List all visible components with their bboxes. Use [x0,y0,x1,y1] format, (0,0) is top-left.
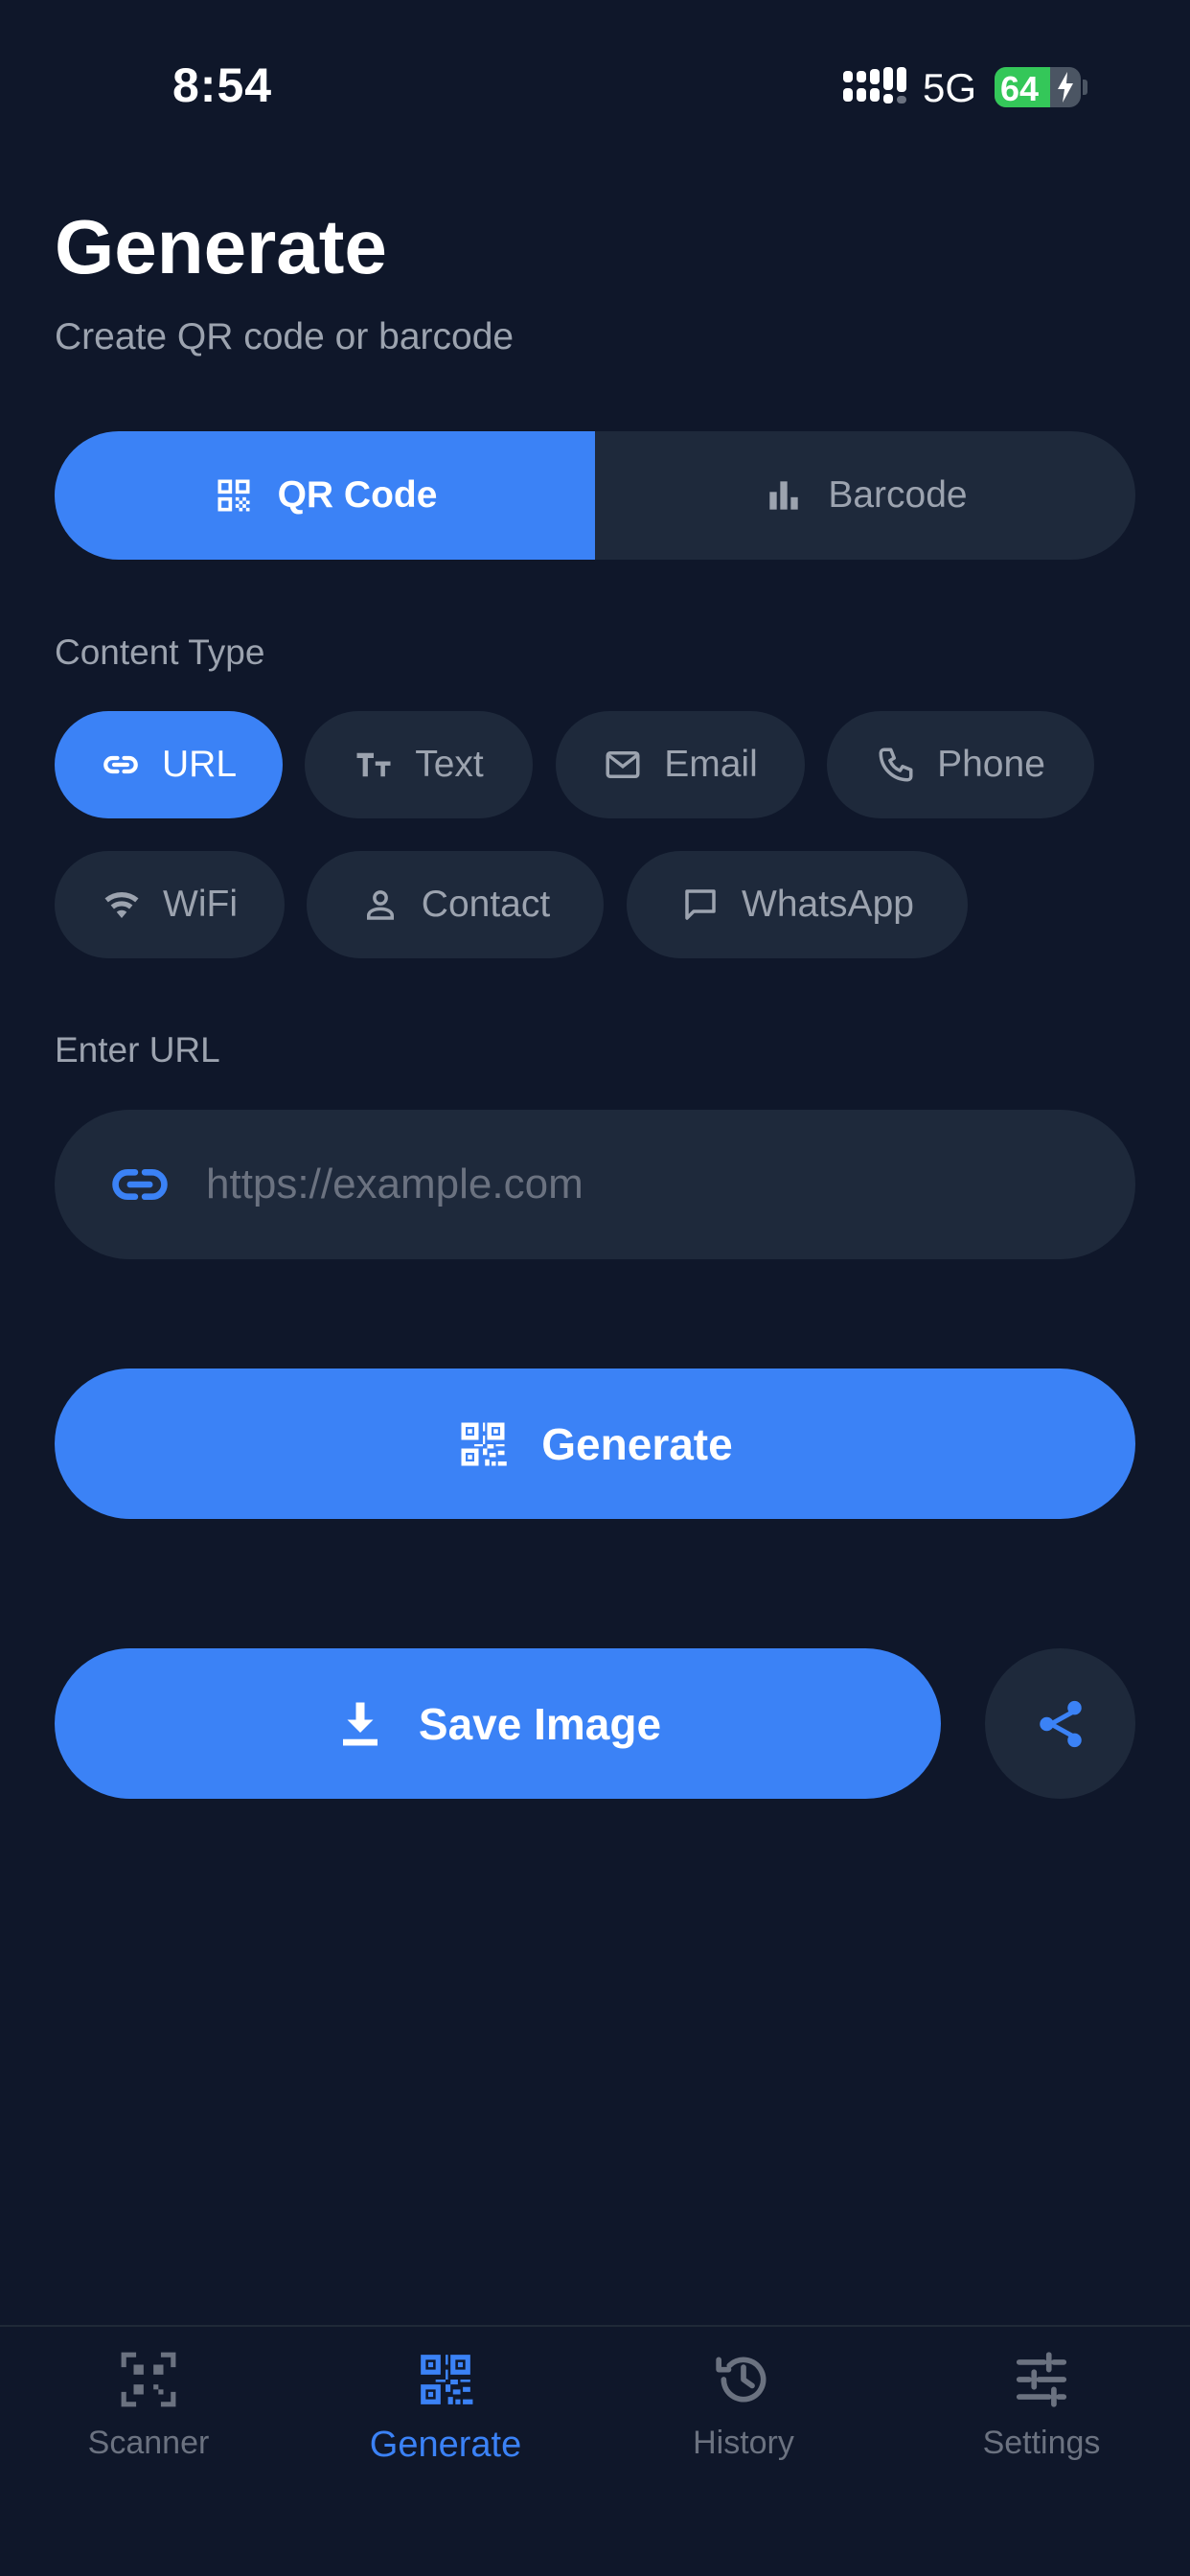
tab-scanner[interactable]: Scanner [34,2350,263,2494]
mail-icon [606,751,640,778]
signal-icon [843,67,906,104]
enter-url-label: Enter URL [55,1030,220,1070]
save-image-button-label: Save Image [418,1698,662,1749]
generate-button-label: Generate [541,1418,733,1469]
tab-generate-label: Generate [369,2425,522,2465]
share-icon [1039,1700,1082,1747]
tab-history[interactable]: History [629,2350,858,2494]
network-type: 5G [923,65,977,110]
barcode-tab[interactable]: Barcode [595,431,1135,560]
battery-level: 64 [1000,69,1040,107]
tab-settings-label: Settings [982,2425,1101,2461]
chip-contact-label: Contact [421,884,551,925]
phone-icon [879,748,913,782]
charging-bolt-icon [1058,72,1073,103]
qr-code-tab-label: QR Code [277,474,438,516]
download-icon [342,1702,378,1745]
chip-url-label: URL [161,744,238,785]
sliders-icon [1016,2352,1067,2407]
person-icon [366,890,394,920]
bottom-tab-bar: Scanner Generate History Settings [0,2325,1190,2576]
generate-button[interactable]: Generate [55,1368,1135,1519]
qr-code-icon [461,1422,508,1465]
chip-email[interactable]: Email [556,711,805,818]
chip-phone[interactable]: Phone [827,711,1094,818]
chip-wifi-label: WiFi [163,884,238,925]
url-input-container [55,1110,1135,1259]
qr-code-icon [421,2355,473,2404]
wifi-icon [104,892,139,918]
chip-whatsapp-label: WhatsApp [742,884,914,925]
chip-whatsapp[interactable]: WhatsApp [627,851,968,958]
link-icon [112,1168,168,1201]
tab-generate[interactable]: Generate [331,2350,561,2494]
battery-icon: 64 [995,67,1081,107]
status-time: 8:54 [172,58,273,112]
barcode-tab-label: Barcode [828,474,968,516]
tab-settings[interactable]: Settings [927,2350,1156,2494]
chip-text[interactable]: Text [305,711,533,818]
chip-url[interactable]: URL [55,711,283,818]
chip-contact[interactable]: Contact [307,851,604,958]
history-icon [716,2357,767,2403]
chip-wifi[interactable]: WiFi [55,851,285,958]
page-title: Generate [55,204,387,289]
chip-text-label: Text [415,744,484,785]
chip-phone-label: Phone [937,744,1045,785]
tab-scanner-label: Scanner [87,2425,210,2461]
save-image-button[interactable]: Save Image [55,1648,941,1799]
share-button[interactable] [985,1648,1135,1799]
qr-code-tab[interactable]: QR Code [55,431,595,560]
chip-email-label: Email [664,744,758,785]
content-type-label: Content Type [55,632,265,672]
url-input[interactable] [206,1146,1087,1223]
page-subtitle: Create QR code or barcode [55,316,515,357]
text-icon [356,752,391,777]
qr-scan-icon [121,2352,176,2407]
code-type-segmented-control: QR Code Barcode [55,431,1135,560]
battery-cap [1083,80,1087,95]
chat-icon [685,889,716,920]
link-icon [103,755,138,774]
tab-history-label: History [693,2425,794,2461]
bar-chart-icon [769,481,799,510]
qr-code-icon [217,479,250,512]
status-bar: 8:54 5G 64 [0,0,1190,172]
app-screen: 8:54 5G 64 Generate Create QR code or ba… [0,0,1190,2576]
